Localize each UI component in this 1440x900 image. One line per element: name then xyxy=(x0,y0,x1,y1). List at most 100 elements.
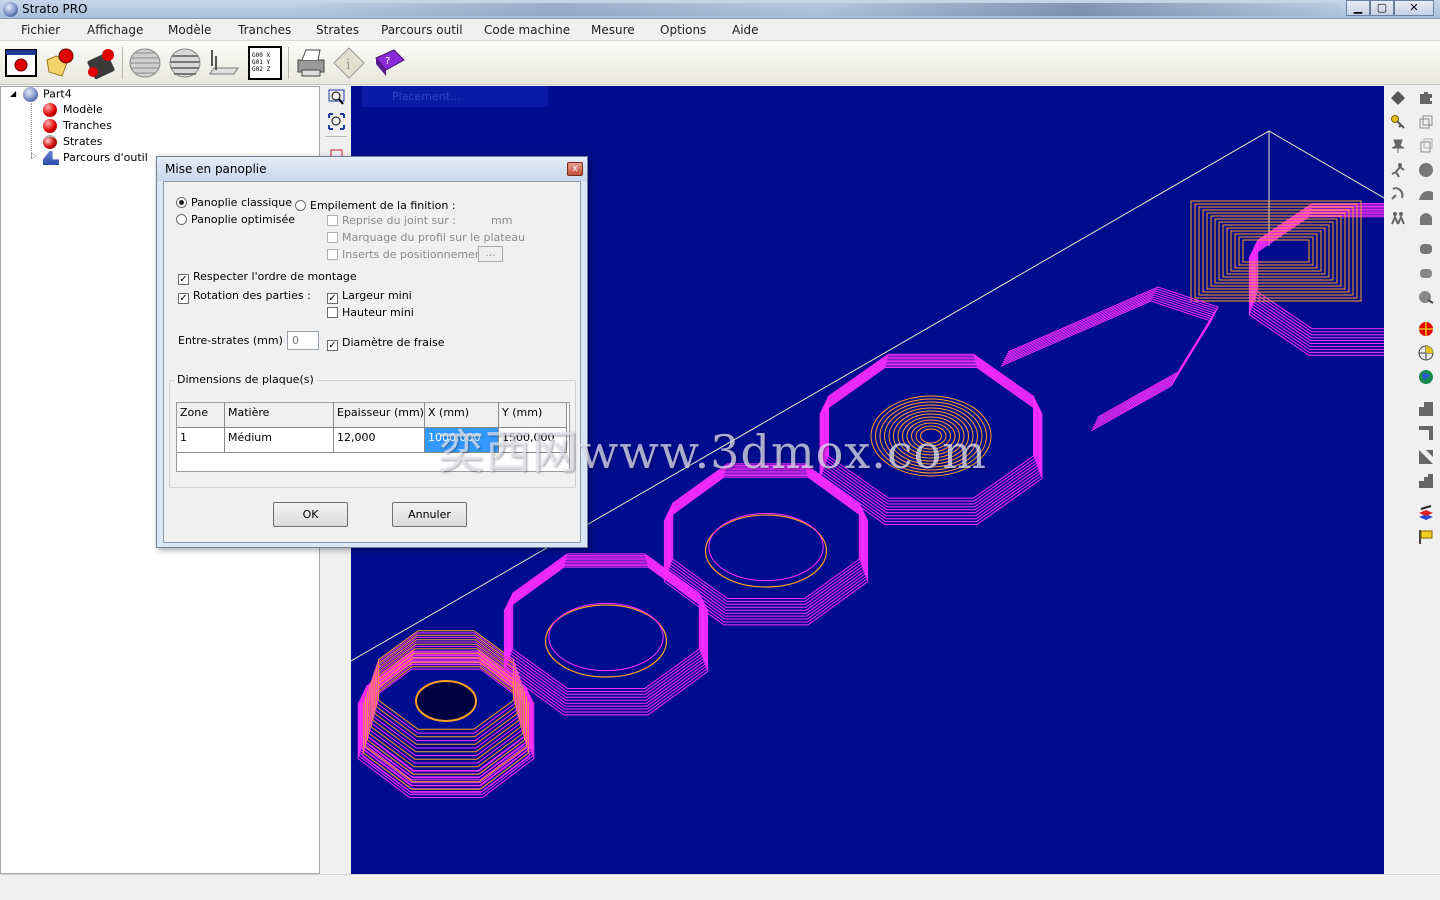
tree-root-label: Part4 xyxy=(43,87,72,101)
menu-modele[interactable]: Modèle xyxy=(168,23,211,37)
close-button[interactable]: ✕ xyxy=(1394,0,1434,16)
minimize-button[interactable]: ▁ xyxy=(1346,0,1370,16)
zoom-icon[interactable] xyxy=(328,89,345,106)
dialog-close-button[interactable]: x xyxy=(567,162,583,176)
tree-expander-icon[interactable]: ◢ xyxy=(10,89,16,98)
tree-collapsed-icon[interactable]: ▷ xyxy=(31,151,37,160)
rounded-shape-icon[interactable] xyxy=(1418,241,1434,257)
flag-icon[interactable] xyxy=(1418,529,1434,545)
maximize-button[interactable]: ▢ xyxy=(1370,0,1394,16)
check-largeur-mini[interactable]: ✓ Largeur mini xyxy=(327,289,412,304)
tree-item-label: Modèle xyxy=(63,103,103,116)
check-marquage-profil[interactable]: Marquage du profil sur le plateau xyxy=(327,231,525,244)
check-rotation-parties[interactable]: ✓ Rotation des parties : xyxy=(178,289,311,304)
radio-panoplie-optimisee[interactable]: Panoplie optimisée xyxy=(176,213,295,226)
pocket-toolpath xyxy=(1206,212,1346,290)
reprise-unit-label: mm xyxy=(491,214,513,227)
ok-button[interactable]: OK xyxy=(273,502,348,527)
toolpath-contour xyxy=(1254,207,1384,339)
tranches-ball-icon xyxy=(43,119,57,133)
people-icon[interactable] xyxy=(1390,210,1406,226)
gcode-icon[interactable]: G00 X G01 Y G02 Z xyxy=(248,46,282,80)
table-cell-matiere[interactable]: Médium xyxy=(225,428,334,453)
checkbox-label: Largeur mini xyxy=(342,289,412,302)
svg-text:i: i xyxy=(346,57,351,73)
globe-icon[interactable] xyxy=(1418,369,1434,385)
puzzle-icon[interactable] xyxy=(1418,90,1434,106)
menu-parcours-outil[interactable]: Parcours outil xyxy=(381,23,463,37)
annuler-button[interactable]: Annuler xyxy=(392,502,467,527)
menu-code-machine[interactable]: Code machine xyxy=(484,23,570,37)
help-book-icon[interactable]: ? xyxy=(372,46,406,80)
sphere-icon[interactable] xyxy=(1418,162,1434,178)
diamond-icon[interactable] xyxy=(1390,90,1406,106)
cylinder-icon[interactable] xyxy=(1418,210,1434,226)
checkbox-checked-icon: ✓ xyxy=(327,340,338,351)
tree-root-part[interactable]: Part4 xyxy=(23,87,72,102)
radio-empilement-finition[interactable]: Empilement de la finition : xyxy=(295,199,456,212)
toolpath-icon[interactable] xyxy=(206,46,240,80)
toolpath-tree-icon xyxy=(43,151,59,165)
stair-shape-icon[interactable] xyxy=(1418,473,1434,489)
checkbox-label: Marquage du profil sur le plateau xyxy=(342,231,526,244)
rotate-shape-icon[interactable] xyxy=(1418,289,1434,305)
radio-panoplie-classique[interactable]: Panoplie classique xyxy=(176,196,292,209)
blurred-taskbar-area xyxy=(290,3,1340,16)
figure-icon[interactable] xyxy=(1390,162,1406,178)
slice-model-icon[interactable] xyxy=(128,46,162,80)
corner-shape-icon[interactable] xyxy=(1418,425,1434,441)
toolbar-separator xyxy=(122,47,123,79)
zoom-fit-icon[interactable] xyxy=(328,113,345,130)
checkbox-label: Rotation des parties : xyxy=(193,289,311,302)
menu-mesure[interactable]: Mesure xyxy=(591,23,635,37)
layers-icon[interactable] xyxy=(1418,114,1434,130)
model-ball-icon xyxy=(43,103,57,117)
menu-bar: Fichier Affichage Modèle Tranches Strate… xyxy=(0,19,1440,41)
step-shape-icon[interactable] xyxy=(1418,401,1434,417)
check-respecter-ordre[interactable]: ✓ Respecter l'ordre de montage xyxy=(178,270,357,285)
wire-sphere-icon[interactable] xyxy=(1418,345,1434,361)
checkbox-icon xyxy=(327,307,338,318)
check-diametre-fraise[interactable]: ✓ Diamètre de fraise xyxy=(327,336,445,351)
red-sphere-icon[interactable] xyxy=(1418,321,1434,337)
menu-aide[interactable]: Aide xyxy=(732,23,759,37)
menu-options[interactable]: Options xyxy=(660,23,706,37)
bridge-toolpath xyxy=(1007,286,1219,418)
half-dome-icon[interactable] xyxy=(1418,186,1434,202)
title-bar: Strato PRO ▁ ▢ ✕ xyxy=(0,0,1440,19)
stack-colored-icon[interactable] xyxy=(1418,505,1434,521)
check-reprise-joint[interactable]: Reprise du joint sur : xyxy=(327,214,456,227)
rounded-shape-2-icon[interactable] xyxy=(1418,265,1434,281)
table-cell-zone[interactable]: 1 xyxy=(177,428,225,453)
tree-item-modele[interactable]: Modèle xyxy=(43,103,103,117)
save-part-icon[interactable] xyxy=(84,46,118,80)
tool-change-icon[interactable] xyxy=(1390,186,1406,202)
info-icon[interactable]: i xyxy=(332,46,366,80)
menu-affichage[interactable]: Affichage xyxy=(87,23,143,37)
table-cell-epaisseur[interactable]: 12,000 xyxy=(334,428,425,453)
new-part-icon[interactable] xyxy=(4,46,38,80)
push-pin-icon[interactable] xyxy=(1390,138,1406,154)
key-icon[interactable] xyxy=(1390,114,1406,130)
menu-fichier[interactable]: Fichier xyxy=(21,23,60,37)
bridge-toolpath xyxy=(1005,290,1217,422)
menu-tranches[interactable]: Tranches xyxy=(238,23,291,37)
entre-strates-input[interactable]: 0 xyxy=(287,331,319,350)
watermark-text: 奕西网www.3dmox.com xyxy=(438,425,987,479)
tree-item-tranches[interactable]: Tranches xyxy=(43,119,112,133)
status-bar xyxy=(0,874,1440,900)
wedge-shape-icon[interactable] xyxy=(1418,449,1434,465)
bridge-toolpath xyxy=(1000,300,1212,432)
inserts-browse-button[interactable]: ... xyxy=(478,246,503,262)
open-part-icon[interactable] xyxy=(44,46,78,80)
entre-strates-label: Entre-strates (mm) : xyxy=(178,334,291,347)
copy-icon[interactable] xyxy=(1418,138,1434,154)
checkbox-icon xyxy=(327,232,338,243)
print-icon[interactable] xyxy=(294,46,328,80)
strates-icon[interactable] xyxy=(168,46,202,80)
tree-item-parcours[interactable]: Parcours d'outil xyxy=(43,151,148,165)
tree-item-strates[interactable]: Strates xyxy=(43,135,102,149)
menu-strates[interactable]: Strates xyxy=(316,23,359,37)
check-hauteur-mini[interactable]: Hauteur mini xyxy=(327,306,414,319)
check-inserts-positionnement[interactable]: Inserts de positionnement xyxy=(327,248,486,261)
